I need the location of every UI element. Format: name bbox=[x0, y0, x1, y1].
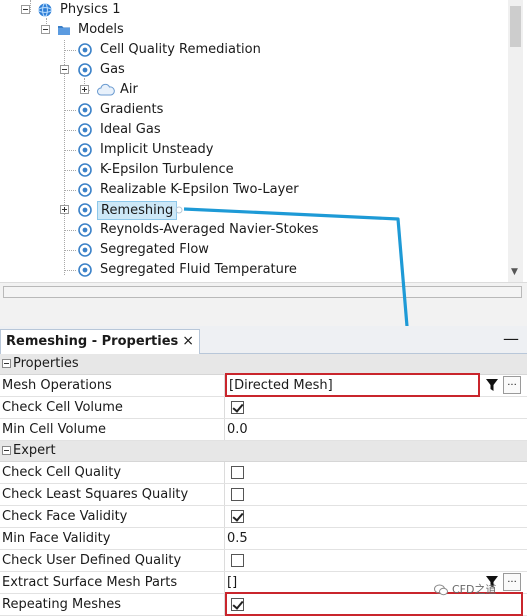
extract-surface-mesh-parts-value[interactable]: [] bbox=[227, 572, 237, 593]
prop-name: Check Face Validity bbox=[2, 509, 128, 524]
group-title: Expert bbox=[13, 443, 56, 458]
ellipsis-button[interactable]: ... bbox=[503, 376, 521, 394]
model-icon bbox=[78, 203, 92, 217]
prop-name: Check Cell Quality bbox=[2, 465, 122, 480]
ellipsis-button[interactable]: ... bbox=[503, 573, 521, 591]
tree-item-segregated-fluid-temperature[interactable]: Segregated Fluid Temperature bbox=[0, 260, 500, 280]
expand-toggle[interactable] bbox=[80, 85, 89, 94]
check-user-defined-quality-checkbox[interactable] bbox=[231, 554, 244, 567]
tree-label: K-Epsilon Turbulence bbox=[100, 162, 234, 177]
tree-item-remeshing[interactable]: Remeshing bbox=[0, 200, 500, 220]
collapse-icon[interactable] bbox=[2, 446, 11, 455]
prop-row-check-least-squares-quality[interactable]: Check Least Squares Quality bbox=[0, 484, 527, 506]
prop-name: Min Cell Volume bbox=[2, 422, 106, 437]
physics-sphere-icon bbox=[38, 3, 52, 17]
tree-label: Ideal Gas bbox=[100, 122, 161, 137]
tree-label: Models bbox=[78, 22, 124, 37]
tree-item-cell-quality-remediation[interactable]: Cell Quality Remediation bbox=[0, 40, 500, 60]
prop-row-check-user-defined-quality[interactable]: Check User Defined Quality bbox=[0, 550, 527, 572]
property-grid: Properties Mesh Operations [Directed Mes… bbox=[0, 354, 527, 616]
collapse-icon[interactable] bbox=[2, 359, 11, 368]
scrollbar-thumb[interactable] bbox=[510, 6, 521, 47]
folder-icon bbox=[58, 26, 70, 35]
group-expert[interactable]: Expert bbox=[0, 441, 527, 462]
scroll-down-icon[interactable]: ▼ bbox=[511, 267, 518, 277]
properties-panel: Remeshing - Properties × — Properties Mes… bbox=[0, 326, 527, 616]
minimize-icon[interactable]: — bbox=[503, 331, 519, 347]
check-cell-quality-checkbox[interactable] bbox=[231, 466, 244, 479]
prop-name: Min Face Validity bbox=[2, 531, 111, 546]
tree-label: Gas bbox=[100, 62, 125, 77]
model-icon bbox=[78, 63, 92, 77]
cloud-icon bbox=[97, 83, 115, 96]
close-icon[interactable]: × bbox=[182, 333, 194, 349]
simulation-tree: Physics 1 Models Cell Quality Remediatio… bbox=[0, 0, 527, 282]
prop-name: Check Cell Volume bbox=[2, 400, 123, 415]
model-icon bbox=[78, 183, 92, 197]
collapse-toggle[interactable] bbox=[41, 25, 50, 34]
filter-icon[interactable] bbox=[484, 376, 500, 394]
tree-label: Reynolds-Averaged Navier-Stokes bbox=[100, 222, 319, 237]
highlight-box bbox=[225, 373, 480, 397]
properties-tab-bar: Remeshing - Properties × — bbox=[0, 326, 527, 354]
tree-item-segregated-flow[interactable]: Segregated Flow bbox=[0, 240, 500, 260]
tree-label: Segregated Flow bbox=[100, 242, 209, 257]
watermark: CFD之道 bbox=[434, 580, 496, 600]
model-icon bbox=[78, 223, 92, 237]
group-properties[interactable]: Properties bbox=[0, 354, 527, 375]
prop-name: Check Least Squares Quality bbox=[2, 487, 189, 502]
prop-row-check-cell-volume[interactable]: Check Cell Volume bbox=[0, 397, 527, 419]
properties-tab[interactable]: Remeshing - Properties × bbox=[0, 329, 201, 354]
model-icon bbox=[78, 123, 92, 137]
tree-item-physics[interactable]: Physics 1 bbox=[0, 0, 500, 20]
tree-label: Realizable K-Epsilon Two-Layer bbox=[100, 182, 299, 197]
prop-row-mesh-operations[interactable]: Mesh Operations [Directed Mesh] ... bbox=[0, 373, 527, 397]
tree-label: Cell Quality Remediation bbox=[100, 42, 261, 57]
tree-item-implicit-unsteady[interactable]: Implicit Unsteady bbox=[0, 140, 500, 160]
horizontal-scrollbar[interactable] bbox=[3, 286, 522, 298]
tree-item-models[interactable]: Models bbox=[0, 20, 500, 40]
prop-row-check-face-validity[interactable]: Check Face Validity bbox=[0, 506, 527, 528]
prop-name: Extract Surface Mesh Parts bbox=[2, 575, 178, 590]
chat-bubble-icon bbox=[434, 584, 448, 596]
tree-item-gradients[interactable]: Gradients bbox=[0, 100, 500, 120]
min-face-validity-value[interactable]: 0.5 bbox=[227, 528, 248, 549]
model-icon bbox=[78, 263, 92, 277]
collapse-toggle[interactable] bbox=[60, 65, 69, 74]
tree-item-ideal-gas[interactable]: Ideal Gas bbox=[0, 120, 500, 140]
tree-footer bbox=[0, 282, 527, 327]
tree-item-gas[interactable]: Gas bbox=[0, 60, 500, 80]
prop-name: Mesh Operations bbox=[2, 378, 112, 393]
watermark-text: CFD之道 bbox=[452, 583, 497, 596]
check-face-validity-checkbox[interactable] bbox=[231, 510, 244, 523]
tree-label: Physics 1 bbox=[60, 2, 121, 17]
min-cell-volume-value[interactable]: 0.0 bbox=[227, 419, 248, 440]
vertical-scrollbar[interactable]: ▼ bbox=[508, 0, 523, 282]
properties-tab-title: Remeshing - Properties bbox=[6, 334, 179, 349]
tree-item-air[interactable]: Air bbox=[0, 80, 500, 100]
prop-name: Repeating Meshes bbox=[2, 597, 121, 612]
model-icon bbox=[78, 103, 92, 117]
model-icon bbox=[78, 43, 92, 57]
tree-label: Air bbox=[120, 82, 138, 97]
model-icon bbox=[78, 143, 92, 157]
check-least-squares-quality-checkbox[interactable] bbox=[231, 488, 244, 501]
tree-item-realizable-k-epsilon[interactable]: Realizable K-Epsilon Two-Layer bbox=[0, 180, 500, 200]
tree-label: Gradients bbox=[100, 102, 164, 117]
check-cell-volume-checkbox[interactable] bbox=[231, 401, 244, 414]
expand-toggle[interactable] bbox=[60, 205, 69, 214]
group-title: Properties bbox=[13, 356, 79, 371]
prop-row-min-cell-volume[interactable]: Min Cell Volume 0.0 bbox=[0, 419, 527, 441]
tree-label: Implicit Unsteady bbox=[100, 142, 214, 157]
model-icon bbox=[78, 163, 92, 177]
prop-row-check-cell-quality[interactable]: Check Cell Quality bbox=[0, 462, 527, 484]
model-icon bbox=[78, 243, 92, 257]
prop-name: Check User Defined Quality bbox=[2, 553, 182, 568]
collapse-toggle[interactable] bbox=[21, 5, 30, 14]
prop-row-min-face-validity[interactable]: Min Face Validity 0.5 bbox=[0, 528, 527, 550]
tree-label: Segregated Fluid Temperature bbox=[100, 262, 297, 277]
tree-item-k-epsilon-turbulence[interactable]: K-Epsilon Turbulence bbox=[0, 160, 500, 180]
tree-label-selected: Remeshing bbox=[97, 201, 178, 220]
tree-item-rans[interactable]: Reynolds-Averaged Navier-Stokes bbox=[0, 220, 500, 240]
